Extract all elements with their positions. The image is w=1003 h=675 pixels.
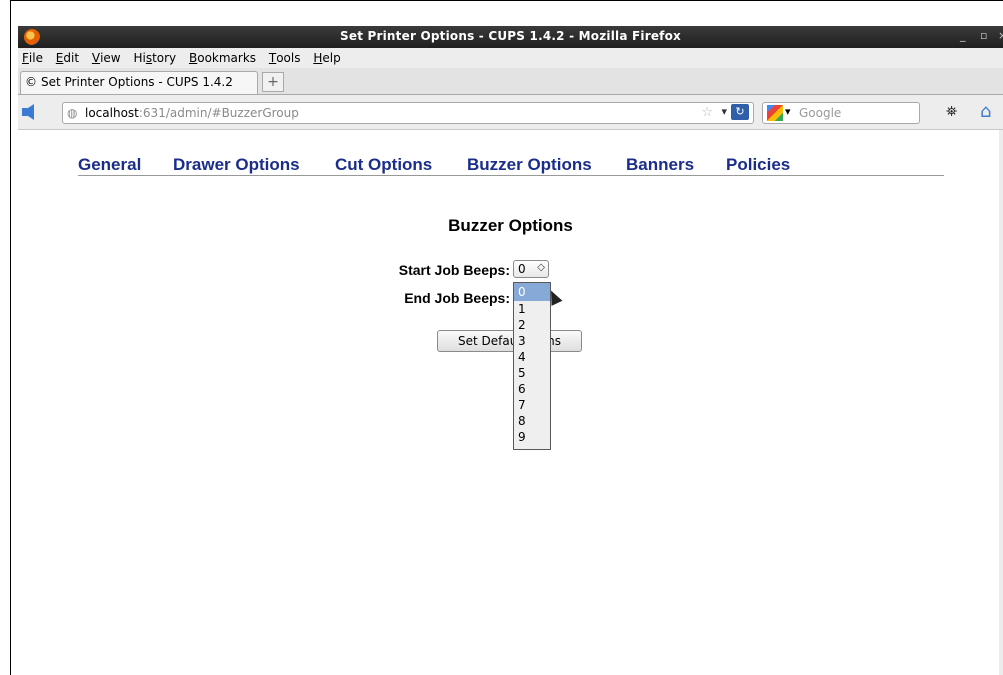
option-9[interactable]: 9 bbox=[514, 429, 550, 445]
section-title: Buzzer Options bbox=[448, 216, 573, 235]
start-job-beeps-select[interactable]: 0 ◇ bbox=[513, 260, 549, 278]
tab-set-printer-options[interactable]: © Set Printer Options - CUPS 1.4.2 bbox=[20, 71, 258, 94]
select-updown-icon: ◇ bbox=[537, 262, 545, 273]
menu-bookmarks[interactable]: Bookmarks bbox=[189, 48, 256, 68]
minimize-button[interactable]: _ bbox=[960, 29, 966, 42]
maximize-button[interactable]: ▫ bbox=[980, 29, 987, 42]
menu-view[interactable]: View bbox=[92, 48, 121, 68]
option-8[interactable]: 8 bbox=[514, 413, 550, 429]
start-job-beeps-label: Start Job Beeps: bbox=[398, 262, 510, 278]
new-tab-button[interactable]: + bbox=[262, 72, 284, 92]
nav-banners[interactable]: Banners bbox=[626, 155, 694, 175]
nav-cut-options[interactable]: Cut Options bbox=[335, 155, 432, 175]
back-arrow-icon[interactable] bbox=[22, 104, 34, 120]
menu-edit[interactable]: Edit bbox=[56, 48, 79, 68]
search-placeholder: Google bbox=[799, 106, 842, 120]
search-box[interactable]: ▾ Google bbox=[762, 102, 920, 124]
google-engine-icon[interactable] bbox=[767, 105, 783, 121]
menu-file[interactable]: File bbox=[22, 48, 43, 68]
url-history-dropdown-icon[interactable]: ▾ bbox=[721, 105, 727, 118]
navigation-toolbar: ◍ localhost:631/admin/#BuzzerGroup ☆ ▾ ↻… bbox=[18, 95, 1003, 130]
cups-options-nav: General Drawer Options Cut Options Buzze… bbox=[78, 155, 944, 176]
menu-help[interactable]: Help bbox=[313, 48, 340, 68]
tab-bar: © Set Printer Options - CUPS 1.4.2 + bbox=[18, 68, 1003, 95]
set-default-options-button[interactable]: Set Defaul ons bbox=[437, 330, 582, 352]
menu-tools[interactable]: Tools bbox=[269, 48, 301, 68]
cups-favicon-icon: © bbox=[25, 75, 37, 89]
option-6[interactable]: 6 bbox=[514, 381, 550, 397]
option-4[interactable]: 4 bbox=[514, 349, 550, 365]
url-text[interactable]: localhost:631/admin/#BuzzerGroup bbox=[85, 106, 299, 120]
option-3[interactable]: 3 bbox=[514, 333, 550, 349]
beeps-dropdown-list[interactable]: 0 1 2 3 4 5 6 7 8 9 bbox=[513, 282, 551, 450]
menu-history[interactable]: History bbox=[133, 48, 176, 68]
option-5[interactable]: 5 bbox=[514, 365, 550, 381]
option-1[interactable]: 1 bbox=[514, 301, 550, 317]
vertical-scrollbar[interactable] bbox=[999, 130, 1003, 675]
home-icon[interactable]: ⌂ bbox=[980, 102, 1000, 122]
page-content: General Drawer Options Cut Options Buzze… bbox=[18, 130, 1003, 675]
option-0[interactable]: 0 bbox=[514, 283, 550, 301]
nav-buzzer-options[interactable]: Buzzer Options bbox=[467, 155, 592, 175]
option-7[interactable]: 7 bbox=[514, 397, 550, 413]
window-title: Set Printer Options - CUPS 1.4.2 - Mozil… bbox=[340, 29, 681, 43]
title-bar: Set Printer Options - CUPS 1.4.2 - Mozil… bbox=[18, 26, 1003, 48]
reload-icon[interactable]: ↻ bbox=[731, 104, 749, 120]
binoculars-icon[interactable]: ⛯ bbox=[946, 104, 957, 120]
site-identity-icon[interactable]: ◍ bbox=[67, 106, 77, 120]
tab-label: Set Printer Options - CUPS 1.4.2 bbox=[41, 75, 233, 89]
url-host: localhost bbox=[85, 106, 139, 120]
nav-general[interactable]: General bbox=[78, 155, 141, 175]
url-bar[interactable]: ◍ localhost:631/admin/#BuzzerGroup ☆ ▾ ↻ bbox=[62, 102, 754, 124]
close-button[interactable]: × bbox=[998, 29, 1003, 42]
nav-policies[interactable]: Policies bbox=[726, 155, 790, 175]
nav-drawer-options[interactable]: Drawer Options bbox=[173, 155, 300, 175]
url-path: :631/admin/#BuzzerGroup bbox=[138, 106, 299, 120]
select-value: 0 bbox=[518, 262, 526, 276]
menu-bar: File Edit View History Bookmarks Tools H… bbox=[18, 48, 1003, 68]
end-job-beeps-label: End Job Beeps: bbox=[404, 290, 510, 306]
bookmark-star-icon[interactable]: ☆ bbox=[701, 105, 713, 120]
search-engine-dropdown-icon[interactable]: ▾ bbox=[785, 105, 791, 118]
option-2[interactable]: 2 bbox=[514, 317, 550, 333]
